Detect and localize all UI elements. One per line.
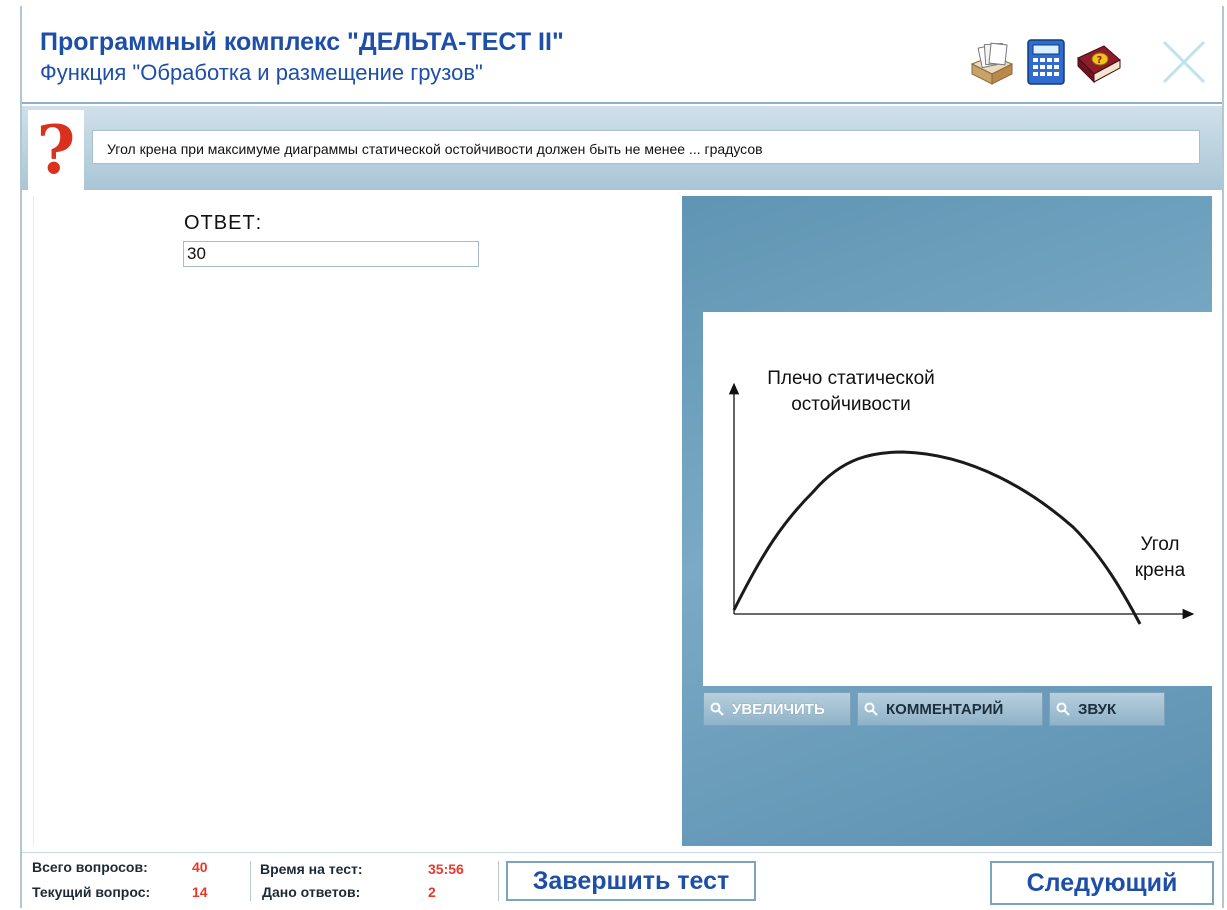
comment-button-label: КОММЕНТАРИЙ	[886, 700, 1004, 718]
app-title: Программный комплекс "ДЕЛЬТА-ТЕСТ II"	[40, 28, 564, 56]
magnifier-icon	[1056, 702, 1070, 716]
y-axis-label-line2: остойчивости	[791, 394, 911, 415]
test-time-label: Время на тест:	[260, 861, 363, 877]
svg-text:?: ?	[1097, 55, 1103, 66]
next-button[interactable]: Следующий	[990, 861, 1214, 905]
zoom-button[interactable]: УВЕЛИЧИТЬ	[703, 692, 851, 726]
media-panel: Плечо статической остойчивости Угол крен…	[682, 196, 1212, 846]
total-questions-value: 40	[192, 859, 208, 875]
close-icon[interactable]	[1158, 36, 1210, 88]
app-window: Программный комплекс "ДЕЛЬТА-ТЕСТ II" Фу…	[20, 6, 1224, 909]
answers-given-value: 2	[428, 884, 436, 900]
answer-input[interactable]	[183, 241, 479, 267]
test-time-value: 35:56	[428, 861, 464, 877]
status-separator	[498, 861, 499, 901]
header: Программный комплекс "ДЕЛЬТА-ТЕСТ II" Фу…	[22, 6, 1222, 104]
y-axis-label-line1: Плечо статической	[767, 368, 935, 389]
current-question-value: 14	[192, 884, 208, 900]
app-subtitle: Функция "Обработка и размещение грузов"	[40, 60, 483, 85]
left-divider	[33, 196, 34, 846]
x-axis-label-line1: Угол	[1141, 534, 1180, 555]
answers-given-label: Дано ответов:	[262, 884, 361, 900]
answer-label: ОТВЕТ:	[184, 212, 263, 234]
magnifier-icon	[710, 702, 724, 716]
sound-button[interactable]: ЗВУК	[1049, 692, 1165, 726]
question-icon: ?	[28, 110, 84, 190]
x-axis-label-line2: крена	[1135, 560, 1186, 581]
sound-button-label: ЗВУК	[1078, 700, 1117, 718]
magnifier-icon	[864, 702, 878, 716]
stability-diagram[interactable]: Плечо статической остойчивости Угол крен…	[703, 312, 1212, 686]
question-bar: ? Угол крена при максимуме диаграммы ста…	[22, 106, 1222, 190]
zoom-button-label: УВЕЛИЧИТЬ	[732, 700, 825, 718]
status-separator	[250, 861, 251, 901]
finish-test-button[interactable]: Завершить тест	[506, 861, 756, 901]
status-bar: Всего вопросов: 40 Текущий вопрос: 14 Вр…	[22, 852, 1222, 909]
comment-button[interactable]: КОММЕНТАРИЙ	[857, 692, 1043, 726]
question-text: Угол крена при максимуме диаграммы стати…	[92, 130, 1200, 164]
total-questions-label: Всего вопросов:	[32, 859, 148, 875]
stability-curve	[732, 450, 1142, 625]
help-book-icon[interactable]: ?	[1074, 38, 1122, 86]
calculator-icon[interactable]	[1022, 38, 1070, 86]
files-icon[interactable]	[968, 38, 1016, 86]
current-question-label: Текущий вопрос:	[32, 884, 151, 900]
